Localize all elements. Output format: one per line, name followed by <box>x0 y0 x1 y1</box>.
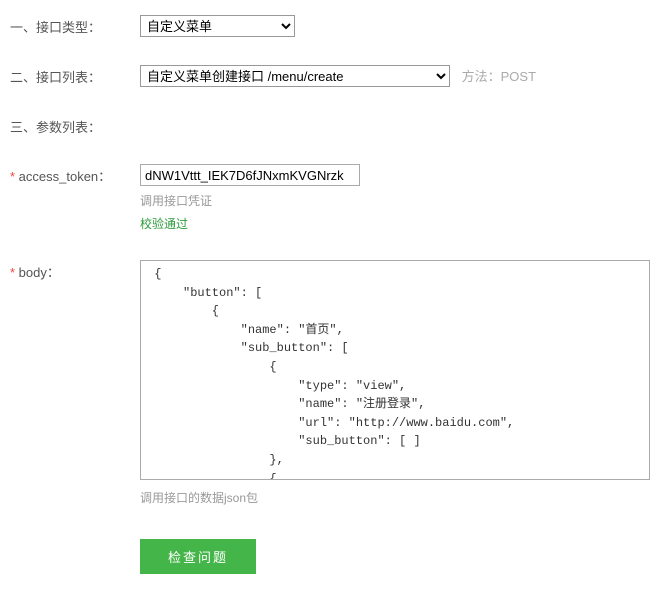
textarea-body[interactable] <box>140 260 650 480</box>
control-access-token: 调用接口凭证 校验通过 <box>140 164 651 232</box>
hint-body: 调用接口的数据json包 <box>140 489 651 506</box>
label-interface-list: 二、接口列表： <box>10 65 140 86</box>
body-label-text: body： <box>19 265 60 280</box>
required-marker: * <box>10 265 19 280</box>
validate-ok: 校验通过 <box>140 215 651 232</box>
hint-access-token: 调用接口凭证 <box>140 192 651 209</box>
label-params: 三、参数列表： <box>10 115 140 136</box>
row-body: * body： 调用接口的数据json包 <box>10 260 651 506</box>
select-interface-list[interactable]: 自定义菜单创建接口 /menu/create <box>140 65 450 87</box>
control-body: 调用接口的数据json包 <box>140 260 651 506</box>
control-interface-list: 自定义菜单创建接口 /menu/create 方法：POST <box>140 65 651 87</box>
row-params: 三、参数列表： <box>10 115 651 136</box>
label-access-token: * access_token： <box>10 164 140 185</box>
check-button[interactable]: 检查问题 <box>140 539 256 574</box>
control-interface-type: 自定义菜单 <box>140 15 651 37</box>
row-interface-type: 一、接口类型： 自定义菜单 <box>10 15 651 37</box>
label-body: * body： <box>10 260 140 281</box>
row-access-token: * access_token： 调用接口凭证 校验通过 <box>10 164 651 232</box>
input-access-token[interactable] <box>140 164 360 186</box>
access-token-label-text: access_token： <box>19 169 112 184</box>
row-interface-list: 二、接口列表： 自定义菜单创建接口 /menu/create 方法：POST <box>10 65 651 87</box>
label-interface-type: 一、接口类型： <box>10 15 140 36</box>
select-interface-type[interactable]: 自定义菜单 <box>140 15 295 37</box>
method-text: 方法：POST <box>462 69 536 84</box>
required-marker: * <box>10 169 19 184</box>
